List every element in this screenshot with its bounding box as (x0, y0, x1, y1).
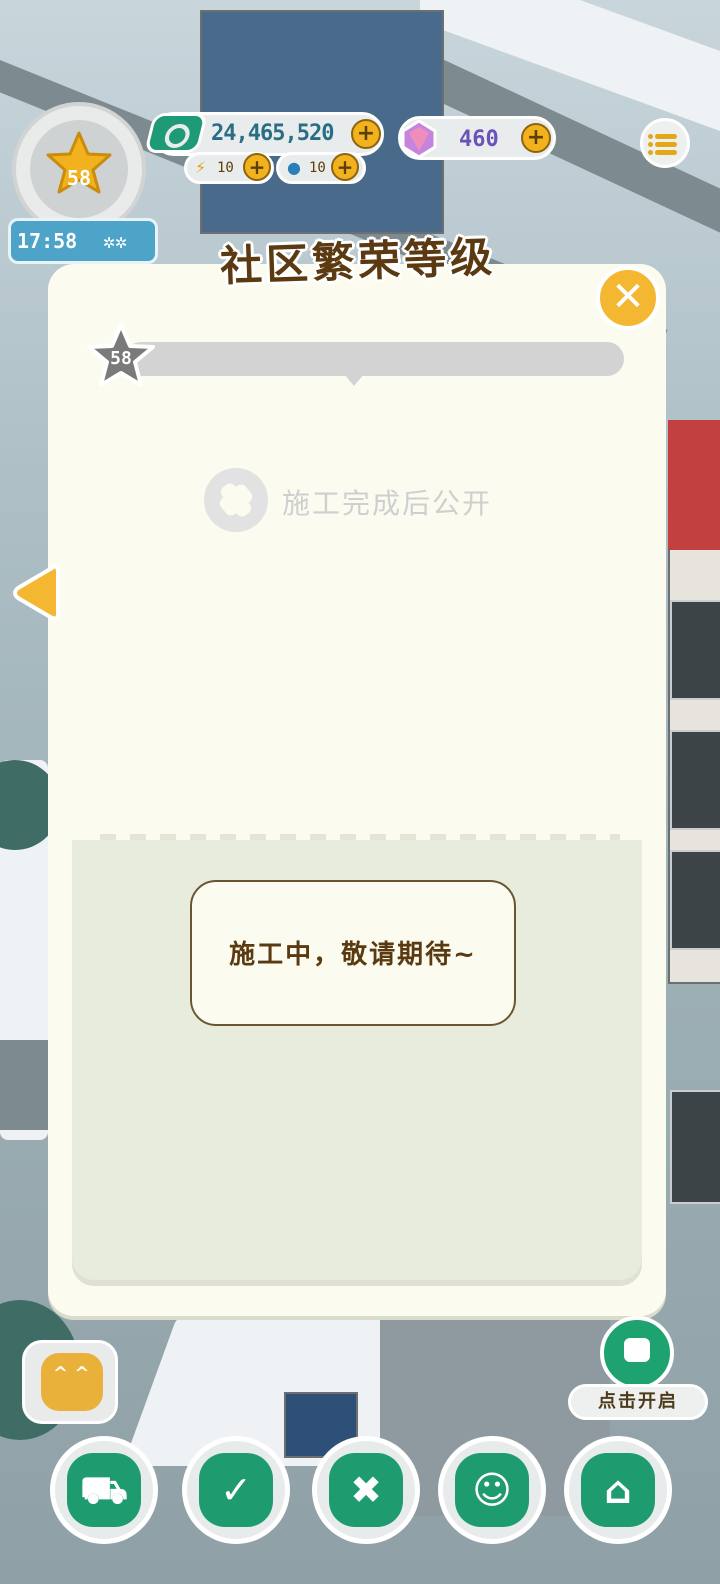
tv-label: 点击开启 (568, 1384, 708, 1420)
tools-icon: ✖ (350, 1468, 382, 1512)
gem-counter: 460 + (398, 116, 556, 160)
gem-icon (397, 117, 441, 161)
snowflake-icon: ✲✲ (103, 229, 128, 253)
current-level-number: 58 (110, 348, 132, 369)
add-water-button[interactable]: + (331, 153, 359, 181)
close-button[interactable]: ✕ (596, 266, 660, 330)
locked-text: 施工完成后公开 (282, 487, 493, 520)
clock-time: 17:58 (17, 229, 78, 253)
lightning-icon: ⚡ (195, 158, 207, 177)
build-button[interactable]: ✖ (312, 1436, 420, 1544)
energy-counter: ⚡ 10 + (184, 152, 274, 184)
water-drop-icon: ● (287, 158, 301, 177)
add-money-button[interactable]: + (351, 119, 381, 149)
tv-icon (600, 1316, 674, 1390)
previous-arrow-button[interactable] (10, 560, 62, 626)
laughing-face-icon (41, 1353, 103, 1411)
money-counter: 24,465,520 + (144, 112, 384, 156)
game-clock: 17:58 ✲✲ (8, 218, 158, 264)
add-energy-button[interactable]: + (243, 153, 271, 181)
water-counter: ● 10 + (276, 152, 366, 184)
tasks-button[interactable]: ✓ (182, 1436, 290, 1544)
water-value: 10 (309, 160, 326, 176)
coming-soon-text: 施工中，敬请期待~ (229, 940, 477, 970)
home-button[interactable]: ⌂ (564, 1436, 672, 1544)
bottom-dock: ⛟ ✓ ✖ ☺ ⌂ (50, 1436, 678, 1560)
ad-tv-button[interactable]: 点击开启 (568, 1316, 708, 1420)
player-level-number: 58 (66, 166, 92, 190)
menu-button[interactable] (640, 118, 690, 168)
energy-value: 10 (217, 160, 234, 176)
house-icon: ⌂ (604, 1468, 632, 1512)
face-icon: ☺ (472, 1468, 512, 1512)
money-value: 24,465,520 (211, 121, 334, 146)
prosperity-progress-bar (124, 342, 624, 376)
wrench-icon (204, 468, 268, 532)
cart-icon: ⛟ (80, 1468, 128, 1512)
perforation-divider (100, 834, 620, 840)
add-gems-button[interactable]: + (521, 123, 551, 153)
modal-title: 社区繁荣等级 (219, 232, 497, 291)
clipboard-check-icon: ✓ (220, 1468, 252, 1512)
residents-button[interactable]: ☺ (438, 1436, 546, 1544)
shop-button[interactable]: ⛟ (50, 1436, 158, 1544)
cash-icon (144, 113, 208, 153)
gem-value: 460 (459, 127, 499, 152)
emote-button[interactable] (22, 1340, 118, 1424)
progress-marker (344, 374, 364, 386)
player-level-badge[interactable]: 58 (12, 102, 146, 236)
coming-soon-card: 施工中，敬请期待~ (190, 880, 516, 1026)
